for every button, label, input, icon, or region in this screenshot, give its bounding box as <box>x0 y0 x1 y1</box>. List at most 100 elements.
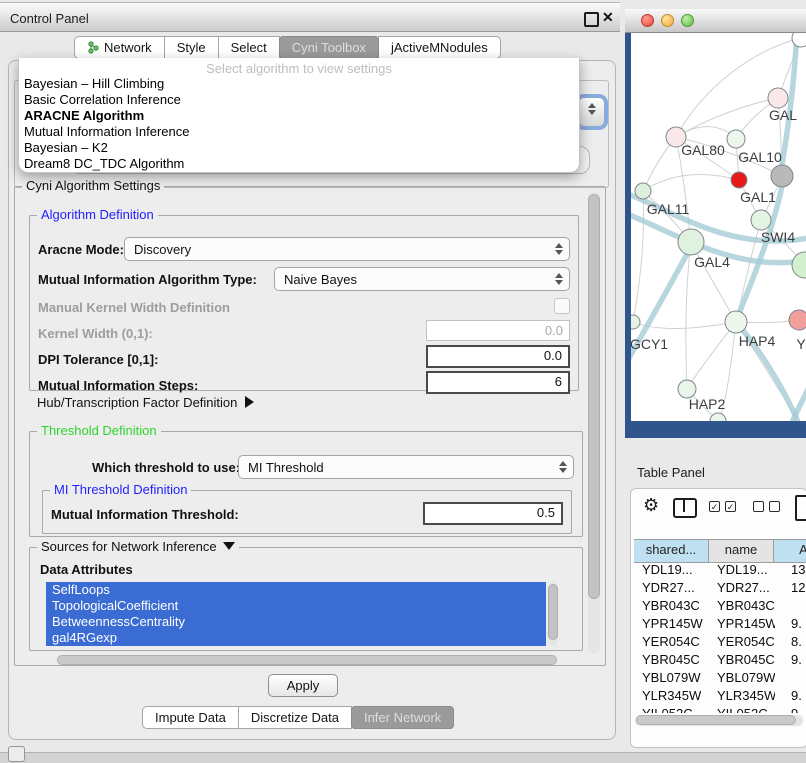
network-node[interactable] <box>725 311 747 333</box>
combobox-stepper-focused[interactable] <box>578 97 605 127</box>
horizontal-scrollbar[interactable] <box>57 655 557 665</box>
aracne-mode-combobox[interactable]: Discovery <box>124 237 570 261</box>
checkbox-checked-icon[interactable]: ✓ <box>709 501 720 512</box>
collapse-down-icon <box>223 542 235 550</box>
network-node[interactable] <box>768 88 788 108</box>
gear-icon[interactable]: ⚙ <box>643 495 659 516</box>
attribute-item-selected[interactable]: BetweennessCentrality <box>46 614 546 630</box>
table-cell: YBR045C <box>634 651 709 669</box>
attribute-item-selected[interactable]: SelfLoops <box>46 582 546 598</box>
table-row[interactable]: YER054CYER054C8. <box>634 633 806 651</box>
column-header-shared[interactable]: shared... <box>634 540 709 562</box>
sources-legend[interactable]: Sources for Network Inference <box>37 539 239 554</box>
node-label: GAL80 <box>681 142 725 158</box>
network-node[interactable] <box>710 413 726 421</box>
tab-infer-network[interactable]: Infer Network <box>351 706 454 729</box>
checkbox-unchecked-icon[interactable] <box>753 501 764 512</box>
column-header[interactable]: A <box>774 540 806 562</box>
network-node[interactable] <box>727 130 745 148</box>
table-cell: YER054C <box>634 633 709 651</box>
mi-threshold-input[interactable]: 0.5 <box>423 502 563 525</box>
which-threshold-combobox[interactable]: MI Threshold <box>238 455 574 479</box>
tab-jactivemnodules[interactable]: jActiveMNodules <box>378 36 501 59</box>
network-node[interactable] <box>635 183 651 199</box>
network-edge[interactable] <box>686 242 691 389</box>
table-row[interactable]: YBL079WYBL079W <box>634 669 806 687</box>
settings-scrollbar[interactable] <box>588 192 600 654</box>
network-node[interactable] <box>789 310 806 330</box>
table-row[interactable]: YIL052CYIL052C9 <box>634 705 806 713</box>
aracne-mode-label: Aracne Mode: <box>38 242 124 257</box>
manual-kernel-checkbox[interactable] <box>554 298 570 314</box>
zoom-traffic-light-icon[interactable] <box>681 14 694 27</box>
attributes-scrollbar[interactable] <box>548 582 558 646</box>
table-row[interactable]: YLR345WYLR345W9. <box>634 687 806 705</box>
algorithm-option[interactable]: Bayesian – Hill Climbing <box>19 76 579 92</box>
mi-threshold-label: Mutual Information Threshold: <box>51 507 239 522</box>
attribute-item-selected[interactable]: TopologicalCoefficient <box>46 598 546 614</box>
mi-threshold-legend: MI Threshold Definition <box>50 482 191 497</box>
table-row[interactable]: YDR27...YDR27...12 <box>634 579 806 597</box>
apply-button[interactable]: Apply <box>268 674 338 697</box>
network-edge[interactable] <box>633 191 644 322</box>
table-cell <box>775 597 806 615</box>
network-node[interactable] <box>751 210 771 230</box>
dpi-tolerance-input[interactable]: 0.0 <box>426 345 570 368</box>
scrollbar-thumb[interactable] <box>636 715 796 725</box>
algorithm-option[interactable]: Bayesian – K2 <box>19 140 579 156</box>
algorithm-option[interactable]: Basic Correlation Inference <box>19 92 579 108</box>
tab-style[interactable]: Style <box>164 36 219 59</box>
mi-threshold-group: MI Threshold Definition Mutual Informati… <box>42 490 572 534</box>
table-cell: YBL079W <box>634 669 709 687</box>
table-cell: YPR145W <box>709 615 775 633</box>
tab-select[interactable]: Select <box>218 36 280 59</box>
scrollbar-thumb[interactable] <box>548 584 558 640</box>
table-row[interactable]: YPR145WYPR145W9. <box>634 615 806 633</box>
algorithm-option[interactable]: Mutual Information Inference <box>19 124 579 140</box>
table-cell: YDR27... <box>634 579 709 597</box>
column-header-name[interactable]: name <box>708 540 774 562</box>
table-row[interactable]: YBR045CYBR045C9. <box>634 651 806 669</box>
close-icon[interactable]: ✕ <box>602 9 614 26</box>
tab-network[interactable]: Network <box>74 36 165 59</box>
algorithm-option[interactable]: Dream8 DC_TDC Algorithm <box>19 156 579 172</box>
node-label: HAP2 <box>689 396 726 412</box>
hub-definition-toggle[interactable]: Hub/Transcription Factor Definition <box>37 395 254 410</box>
stepper-icon <box>551 273 567 285</box>
table-cell: 8. <box>775 633 806 651</box>
mi-type-combobox[interactable]: Naive Bayes <box>274 267 570 291</box>
network-canvas[interactable]: GALGAL80GAL10GAL1GAL11SWI4GAL4GCY1HAP4YH… <box>631 33 806 421</box>
network-node[interactable] <box>792 252 806 278</box>
tab-discretize-data[interactable]: Discretize Data <box>238 706 352 729</box>
tab-impute-data[interactable]: Impute Data <box>142 706 239 729</box>
attribute-item-selected[interactable]: gal4RGexp <box>46 630 546 646</box>
table-row[interactable]: YBR043CYBR043C <box>634 597 806 615</box>
network-node[interactable] <box>771 165 793 187</box>
table-cell: YDL19... <box>709 561 775 579</box>
algorithm-option[interactable]: ARACNE Algorithm <box>19 108 579 124</box>
table-cell: YIL052C <box>709 705 775 713</box>
node-label: Y <box>796 336 806 352</box>
checkbox-checked-icon[interactable]: ✓ <box>725 501 736 512</box>
network-edge[interactable] <box>643 174 739 191</box>
table-row[interactable]: YDL19...YDL19...13 <box>634 561 806 579</box>
network-node[interactable] <box>678 229 704 255</box>
network-node[interactable] <box>631 315 640 329</box>
network-edge-thick[interactable] <box>779 379 806 421</box>
network-node[interactable] <box>731 172 747 188</box>
data-attributes-list[interactable]: SelfLoopsTopologicalCoefficientBetweenne… <box>46 582 546 646</box>
split-columns-icon[interactable] <box>673 498 697 518</box>
document-icon[interactable] <box>795 495 806 521</box>
dock-icon[interactable] <box>8 746 25 762</box>
float-window-icon[interactable] <box>584 12 599 27</box>
scrollbar-thumb[interactable] <box>588 194 600 599</box>
kernel-width-input[interactable]: 0.0 <box>426 320 570 341</box>
minimize-traffic-light-icon[interactable] <box>661 14 674 27</box>
manual-kernel-label: Manual Kernel Width Definition <box>38 300 230 315</box>
close-traffic-light-icon[interactable] <box>641 14 654 27</box>
checkbox-unchecked-icon[interactable] <box>769 501 780 512</box>
tab-cyni-toolbox[interactable]: Cyni Toolbox <box>279 36 379 59</box>
table-horizontal-scrollbar[interactable] <box>635 715 803 726</box>
mi-steps-input[interactable]: 6 <box>426 371 570 394</box>
tab-label: Cyni Toolbox <box>292 37 366 58</box>
